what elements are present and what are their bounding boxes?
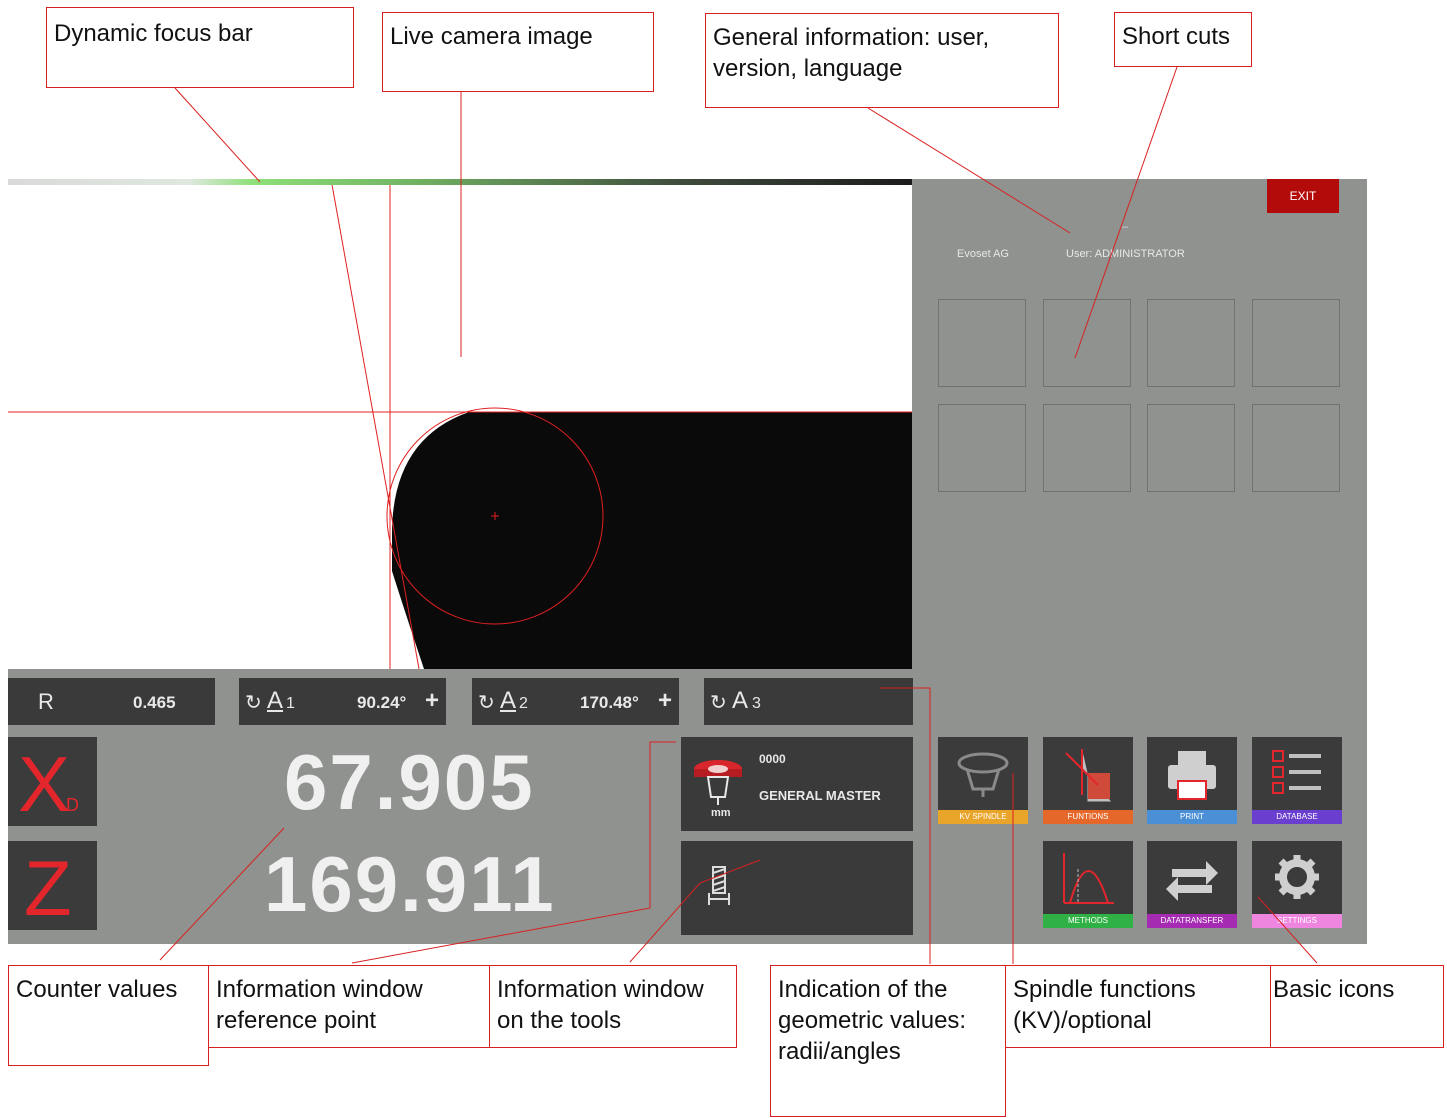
version-dash: – bbox=[1122, 221, 1129, 233]
shortcut-slot-5[interactable] bbox=[938, 404, 1026, 492]
kv-spindle-label: KV SPINDLE bbox=[938, 810, 1028, 824]
measuring-machine-screen: EXIT – Evoset AG User: ADMINISTRATOR R 0… bbox=[8, 179, 1367, 944]
exit-button[interactable]: EXIT bbox=[1267, 179, 1339, 213]
shortcut-slot-3[interactable] bbox=[1147, 299, 1235, 387]
shortcut-slot-2[interactable] bbox=[1043, 299, 1131, 387]
print-button[interactable]: PRINT bbox=[1147, 737, 1237, 824]
x-axis-subscript: D bbox=[66, 795, 79, 815]
callout-info-tools: Information window on the tools bbox=[489, 965, 737, 1048]
company-name: Evoset AG bbox=[957, 248, 1009, 260]
angle-a2-label: A bbox=[500, 687, 517, 714]
rotate-icon: ↻ bbox=[245, 692, 262, 714]
shortcut-slot-1[interactable] bbox=[938, 299, 1026, 387]
functions-label: FUNTIONS bbox=[1043, 810, 1133, 824]
x-axis-label: X bbox=[18, 740, 71, 826]
methods-label: METHODS bbox=[1043, 914, 1133, 928]
reference-code: 0000 bbox=[759, 752, 786, 766]
radius-field: R 0.465 bbox=[8, 678, 215, 725]
callout-shortcuts: Short cuts bbox=[1114, 12, 1252, 67]
methods-chart-icon bbox=[1063, 853, 1114, 904]
annotated-ui-diagram: { "annotations": { "focus_bar": "Dynamic… bbox=[0, 0, 1447, 1118]
shortcut-slot-6[interactable] bbox=[1043, 404, 1131, 492]
datatransfer-label: DATATRANSFER bbox=[1147, 914, 1237, 928]
live-camera-image bbox=[8, 179, 912, 669]
database-label: DATABASE bbox=[1252, 810, 1342, 824]
angle-a2-field: ↻ A 2 170.48° + bbox=[472, 678, 679, 725]
angle-a3-field: ↻ A 3 bbox=[704, 678, 913, 725]
reference-spindle-icon bbox=[694, 760, 742, 805]
functions-button[interactable]: FUNTIONS bbox=[1043, 737, 1133, 824]
tool-silhouette bbox=[392, 412, 912, 669]
callout-geometric-values: Indication of the geometric values: radi… bbox=[770, 965, 1006, 1117]
gear-icon bbox=[1275, 855, 1319, 899]
database-button[interactable]: DATABASE bbox=[1252, 737, 1342, 824]
angle-a2-index: 2 bbox=[519, 695, 528, 712]
reference-name: GENERAL MASTER bbox=[759, 788, 881, 803]
checklist-icon bbox=[1272, 750, 1321, 794]
kv-spindle-button[interactable]: KV SPINDLE bbox=[938, 737, 1028, 824]
reference-point-window[interactable]: 0000 GENERAL MASTER mm bbox=[681, 737, 913, 831]
reference-unit: mm bbox=[711, 807, 731, 819]
angle-a1-label: A bbox=[267, 687, 284, 714]
callout-spindle-functions: Spindle functions (KV)/optional bbox=[1005, 965, 1273, 1048]
angle-a1-value: 90.24° bbox=[357, 693, 407, 712]
callout-basic-icons: Basic icons bbox=[1270, 965, 1444, 1048]
z-axis-box[interactable]: Z bbox=[8, 841, 97, 930]
angle-line bbox=[330, 179, 420, 669]
spindle-icon bbox=[957, 752, 1009, 797]
angle-a3-index: 3 bbox=[752, 695, 761, 712]
radius-value: 0.465 bbox=[133, 693, 176, 712]
rotate-icon: ↻ bbox=[478, 692, 495, 714]
print-label: PRINT bbox=[1147, 810, 1237, 824]
printer-icon bbox=[1168, 751, 1216, 800]
shortcut-slot-8[interactable] bbox=[1252, 404, 1340, 492]
methods-button[interactable]: METHODS bbox=[1043, 841, 1133, 928]
datatransfer-button[interactable]: DATATRANSFER bbox=[1147, 841, 1237, 928]
functions-icon bbox=[1065, 749, 1112, 802]
dynamic-focus-bar bbox=[8, 179, 912, 185]
rotate-icon: ↻ bbox=[710, 692, 727, 714]
shortcut-slot-4[interactable] bbox=[1252, 299, 1340, 387]
camera-view bbox=[8, 179, 912, 669]
z-counter-value: 169.911 bbox=[264, 840, 556, 928]
settings-label: SETTINGS bbox=[1252, 914, 1342, 928]
user-label: User: ADMINISTRATOR bbox=[1066, 248, 1185, 260]
shortcut-slot-7[interactable] bbox=[1147, 404, 1235, 492]
callout-counter-values: Counter values bbox=[8, 965, 209, 1066]
transfer-arrows-icon bbox=[1166, 861, 1218, 901]
callout-info-reference: Information window reference point bbox=[208, 965, 491, 1048]
settings-button[interactable]: SETTINGS bbox=[1252, 841, 1342, 928]
end-mill-icon bbox=[708, 866, 730, 905]
callout-camera: Live camera image bbox=[382, 12, 654, 92]
z-axis-label: Z bbox=[24, 844, 72, 930]
x-counter-value: 67.905 bbox=[284, 738, 535, 826]
radius-label: R bbox=[38, 689, 54, 714]
angle-a1-field: ↻ A 1 90.24° + bbox=[239, 678, 446, 725]
callout-general-info: General information: user, version, lang… bbox=[705, 13, 1059, 108]
angle-a3-label: A bbox=[732, 687, 749, 714]
plus-icon[interactable]: + bbox=[658, 687, 672, 715]
angle-a2-value: 170.48° bbox=[580, 693, 639, 712]
tool-info-window[interactable] bbox=[681, 841, 913, 935]
x-axis-box[interactable]: X D bbox=[8, 737, 97, 826]
angle-a1-index: 1 bbox=[286, 695, 295, 712]
plus-icon[interactable]: + bbox=[425, 687, 439, 715]
callout-focus-bar: Dynamic focus bar bbox=[46, 7, 354, 88]
